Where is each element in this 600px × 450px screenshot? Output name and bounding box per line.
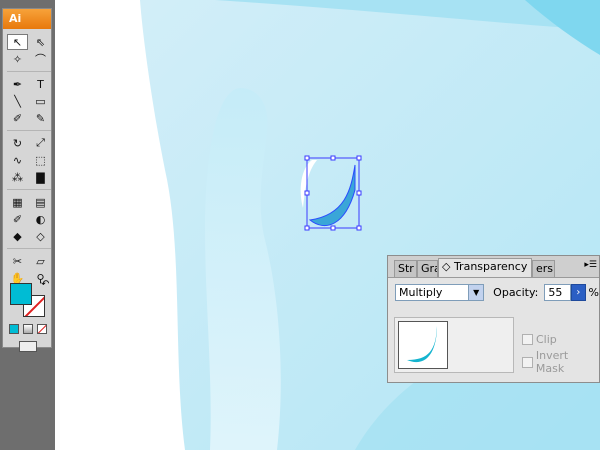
blend-opacity-row: Multiply ▼ Opacity: 55 › % [388, 278, 599, 302]
mask-thumbnail-area [394, 317, 514, 373]
chevron-down-icon[interactable]: ▼ [468, 284, 484, 300]
live-paint-selection-tool[interactable]: ◇ [30, 228, 51, 244]
paintbrush-tool[interactable]: ✐ [7, 110, 28, 126]
opacity-input[interactable]: 55 [544, 283, 572, 301]
thumbnail-artwork [407, 326, 437, 363]
fill-stroke-swatches: ↶ [9, 279, 49, 319]
tool-separator [7, 127, 51, 131]
tool-separator [7, 186, 51, 190]
tab-gradient[interactable]: Gra [417, 260, 438, 277]
free-transform-tool[interactable]: ⬚ [30, 152, 51, 168]
opacity-unit: % [588, 285, 599, 299]
swap-colors-icon[interactable]: ↶ [41, 279, 49, 290]
tab-stroke[interactable]: Str [394, 260, 417, 277]
invert-mask-option: Invert Mask [522, 349, 599, 375]
tab-transparency[interactable]: ◇ Transparency ✕ [438, 258, 532, 277]
line-tool[interactable]: ╲ [7, 93, 28, 109]
type-tool[interactable]: T [30, 76, 51, 92]
transparency-panel: Str Gra ◇ Transparency ✕ ers ▸☰ Multiply… [387, 255, 600, 383]
pen-tool[interactable]: ✒ [7, 76, 28, 92]
gradient-mode-button[interactable] [23, 324, 33, 334]
clip-checkbox[interactable] [522, 334, 533, 345]
opacity-label: Opacity: [493, 285, 539, 299]
live-paint-bucket-tool[interactable]: ◆ [7, 228, 28, 244]
gradient-tool[interactable]: ▤ [30, 194, 51, 210]
fill-swatch[interactable] [10, 283, 32, 305]
lasso-tool[interactable]: ⌒ [30, 51, 51, 67]
object-thumbnail[interactable] [398, 321, 448, 369]
scale-tool[interactable]: ⤢ [30, 135, 51, 151]
magic-wand-tool[interactable]: ✧ [7, 51, 28, 67]
app-logo: Ai [3, 9, 51, 29]
invert-mask-label: Invert Mask [535, 349, 569, 375]
tool-separator [7, 245, 51, 249]
slice-tool[interactable]: ✂ [7, 253, 28, 269]
clip-option: Clip [522, 333, 557, 346]
tab-layers[interactable]: ers [532, 260, 555, 277]
blend-tool[interactable]: ◐ [30, 211, 51, 227]
opacity-slider-button[interactable]: › [571, 283, 586, 301]
eyedropper-tool[interactable]: ✐ [7, 211, 28, 227]
rectangle-tool[interactable]: ▭ [30, 93, 51, 109]
symbol-sprayer-tool[interactable]: ⁂ [7, 169, 28, 185]
eraser-tool[interactable]: ▱ [30, 253, 51, 269]
mesh-tool[interactable]: ▦ [7, 194, 28, 210]
color-mode-row [9, 324, 47, 334]
panel-tabs: Str Gra ◇ Transparency ✕ ers ▸☰ [388, 256, 599, 278]
tab-transparency-label: ◇ Transparency [442, 260, 528, 273]
warp-tool[interactable]: ∿ [7, 152, 28, 168]
panel-menu-icon[interactable]: ▸☰ [584, 260, 597, 270]
tools-panel: Ai ↖ ⇖ ✧ ⌒ ✒ T ╲ ▭ ✐ ✎ ↻ ⤢ ∿ ⬚ ⁂ ▇ ▦ ▤ ✐ ◐ ◆ ◇ ✂ ▱ ✋ ⚲ ↶ [2, 8, 52, 352]
tool-grid: ↖ ⇖ ✧ ⌒ ✒ T ╲ ▭ ✐ ✎ ↻ ⤢ ∿ ⬚ ⁂ ▇ ▦ ▤ ✐ ◐ ◆ ◇ ✂ ▱ ✋ ⚲ [3, 29, 51, 286]
direct-selection-tool[interactable]: ⇖ [30, 34, 51, 50]
invert-mask-checkbox[interactable] [522, 356, 533, 368]
pencil-tool[interactable]: ✎ [30, 110, 51, 126]
rotate-tool[interactable]: ↻ [7, 135, 28, 151]
screen-mode-button[interactable] [19, 341, 37, 352]
column-graph-tool[interactable]: ▇ [30, 169, 51, 185]
tool-separator [7, 68, 51, 72]
blend-mode-select[interactable]: Multiply ▼ [395, 283, 485, 301]
blend-mode-value: Multiply [399, 285, 443, 299]
none-mode-button[interactable] [37, 324, 47, 334]
color-mode-button[interactable] [9, 324, 19, 334]
selection-tool[interactable]: ↖ [7, 34, 28, 50]
clip-label: Clip [536, 333, 557, 346]
